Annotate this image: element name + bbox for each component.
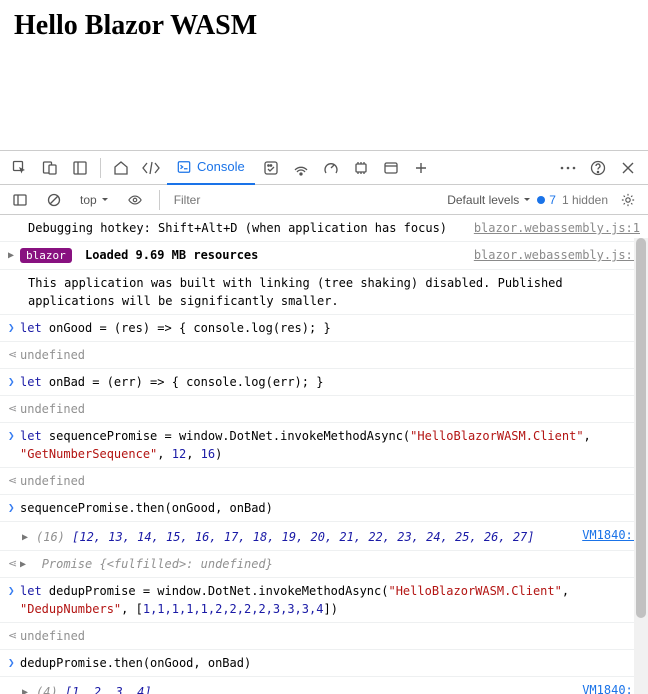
issues-count[interactable]: 7 <box>537 193 556 207</box>
console-input-echo: ❯ let dedupPromise = window.DotNet.invok… <box>0 578 648 623</box>
log-message: This application was built with linking … <box>0 270 648 315</box>
console-tab-label: Console <box>197 159 245 174</box>
console-tab[interactable]: Console <box>167 151 255 185</box>
console-result: ⋖ undefined <box>0 342 648 369</box>
console-output: Debugging hotkey: Shift+Alt+D (when appl… <box>0 215 648 694</box>
expand-icon[interactable]: ▶ <box>22 685 28 694</box>
inspect-icon[interactable] <box>6 154 34 182</box>
input-chevron-icon: ❯ <box>8 320 15 337</box>
elements-tab-icon[interactable] <box>137 154 165 182</box>
input-chevron-icon: ❯ <box>8 583 15 600</box>
console-result: ⋖ undefined <box>0 468 648 495</box>
console-input-echo: ❯ let sequencePromise = window.DotNet.in… <box>0 423 648 468</box>
source-link[interactable]: VM1840:1 <box>582 681 640 694</box>
console-result: ⋖ undefined <box>0 396 648 423</box>
issue-dot-icon <box>537 196 545 204</box>
log-text: This application was built with linking … <box>28 276 563 308</box>
live-expression-icon[interactable] <box>121 186 149 214</box>
console-icon <box>177 160 191 174</box>
scrollbar-thumb[interactable] <box>636 238 646 618</box>
expand-icon[interactable]: ▶ <box>22 530 28 545</box>
application-tab-icon[interactable] <box>377 154 405 182</box>
context-label: top <box>80 193 97 207</box>
console-input-echo: ❯ dedupPromise.then(onGood, onBad) <box>0 650 648 677</box>
log-text: Debugging hotkey: Shift+Alt+D (when appl… <box>28 221 447 235</box>
return-chevron-icon: ⋖ <box>8 556 17 573</box>
log-message: Debugging hotkey: Shift+Alt+D (when appl… <box>0 215 648 242</box>
divider <box>159 190 160 210</box>
page-heading: Hello Blazor WASM <box>14 10 634 42</box>
devtools-panel: Console top Default levels 7 1 hidd <box>0 150 648 694</box>
expand-icon[interactable]: ▶ <box>8 248 14 263</box>
chevron-down-icon <box>523 196 531 204</box>
network-tab-icon[interactable] <box>287 154 315 182</box>
source-link[interactable]: VM1840:1 <box>582 526 640 544</box>
expand-icon[interactable]: ▶ <box>20 557 26 572</box>
performance-tab-icon[interactable] <box>317 154 345 182</box>
log-levels-selector[interactable]: Default levels <box>447 193 531 207</box>
memory-tab-icon[interactable] <box>347 154 375 182</box>
input-chevron-icon: ❯ <box>8 655 15 672</box>
issues-number: 7 <box>549 193 556 207</box>
chevron-down-icon <box>101 196 109 204</box>
context-selector[interactable]: top <box>74 191 115 209</box>
console-result: ⋖ undefined <box>0 623 648 650</box>
log-text: Loaded 9.69 MB resources <box>85 248 258 262</box>
device-toggle-icon[interactable] <box>36 154 64 182</box>
add-tab-icon[interactable] <box>407 154 435 182</box>
input-chevron-icon: ❯ <box>8 428 15 445</box>
console-input-echo: ❯ let onBad = (err) => { console.log(err… <box>0 369 648 396</box>
console-input-echo: ❯ let onGood = (res) => { console.log(re… <box>0 315 648 342</box>
hidden-count: 1 hidden <box>562 193 608 207</box>
console-result: ⋖ ▶ Promise {<fulfilled>: undefined} <box>0 551 648 578</box>
welcome-tab-icon[interactable] <box>107 154 135 182</box>
input-chevron-icon: ❯ <box>8 374 15 391</box>
input-chevron-icon: ❯ <box>8 500 15 517</box>
page-content: Hello Blazor WASM <box>0 0 648 150</box>
help-icon[interactable] <box>584 154 612 182</box>
blazor-badge: blazor <box>20 248 72 263</box>
return-chevron-icon: ⋖ <box>8 473 17 490</box>
console-input-echo: ❯ sequencePromise.then(onGood, onBad) <box>0 495 648 522</box>
divider <box>100 158 101 178</box>
source-link[interactable]: blazor.webassembly.js:1 <box>474 219 640 237</box>
return-chevron-icon: ⋖ <box>8 628 17 645</box>
sources-tab-icon[interactable] <box>257 154 285 182</box>
levels-label: Default levels <box>447 193 519 207</box>
console-toolbar: top Default levels 7 1 hidden <box>0 185 648 215</box>
settings-icon[interactable] <box>614 186 642 214</box>
sidebar-toggle-icon[interactable] <box>6 186 34 214</box>
filter-input[interactable] <box>170 191 333 209</box>
clear-console-icon[interactable] <box>40 186 68 214</box>
log-array: ▶ (16) [12, 13, 14, 15, 16, 17, 18, 19, … <box>0 522 648 551</box>
return-chevron-icon: ⋖ <box>8 401 17 418</box>
close-icon[interactable] <box>614 154 642 182</box>
log-array: ▶ (4) [1, 2, 3, 4] VM1840:1 <box>0 677 648 694</box>
return-chevron-icon: ⋖ <box>8 347 17 364</box>
log-message: ▶ blazor Loaded 9.69 MB resources blazor… <box>0 242 648 270</box>
more-icon[interactable] <box>554 154 582 182</box>
source-link[interactable]: blazor.webassembly.js:1 <box>474 246 640 264</box>
dock-icon[interactable] <box>66 154 94 182</box>
devtools-tabbar: Console <box>0 151 648 185</box>
